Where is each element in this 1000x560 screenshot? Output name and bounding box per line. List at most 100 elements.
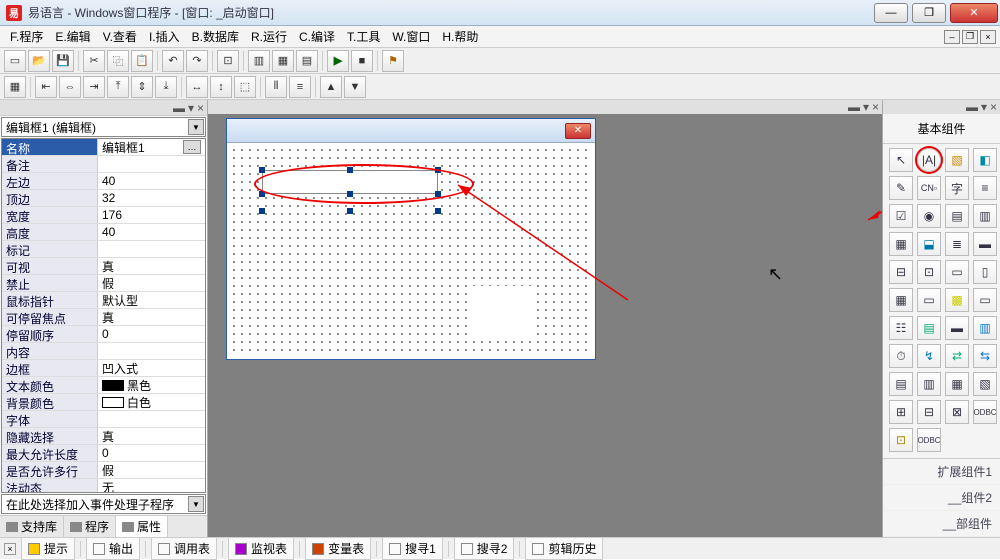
property-value[interactable]: 32 bbox=[98, 190, 205, 206]
property-row[interactable]: 顶边32 bbox=[2, 190, 205, 207]
resize-handle-nw[interactable] bbox=[259, 167, 265, 173]
tool-menu[interactable]: ▥ bbox=[973, 316, 997, 340]
toolbox-pin-icon[interactable]: ▬ bbox=[966, 100, 978, 114]
tool-text[interactable]: ≡ bbox=[973, 176, 997, 200]
flag-icon[interactable]: ⚑ bbox=[382, 50, 404, 72]
tool-ole3[interactable]: ⊠ bbox=[945, 400, 969, 424]
tab-callstack[interactable]: 调用表 bbox=[151, 537, 217, 560]
tool-tree[interactable]: ☷ bbox=[889, 316, 913, 340]
layout3-icon[interactable]: ▤ bbox=[296, 50, 318, 72]
property-row[interactable]: 可停留焦点真 bbox=[2, 309, 205, 326]
property-value[interactable] bbox=[98, 156, 205, 172]
tool-net1[interactable]: ⇄ bbox=[945, 344, 969, 368]
menu-database[interactable]: B.数据库 bbox=[186, 26, 245, 47]
align-bottom-icon[interactable]: ⤓ bbox=[155, 76, 177, 98]
tool-font[interactable]: 字 bbox=[945, 176, 969, 200]
menu-tools[interactable]: T.工具 bbox=[341, 26, 386, 47]
new-file-icon[interactable]: ▭ bbox=[4, 50, 26, 72]
tool-odbc2[interactable]: ODBC bbox=[917, 428, 941, 452]
tool-tab[interactable]: ▭ bbox=[973, 288, 997, 312]
tab-search1[interactable]: 搜寻1 bbox=[382, 537, 443, 560]
property-row[interactable]: 隐藏选择真 bbox=[2, 428, 205, 445]
status-close-icon[interactable]: × bbox=[4, 543, 16, 555]
tool-label[interactable]: ✎ bbox=[889, 176, 913, 200]
group-ext3[interactable]: __部组件 bbox=[883, 511, 1000, 537]
property-row[interactable]: 内容 bbox=[2, 343, 205, 360]
tool-slider[interactable]: ≣ bbox=[945, 232, 969, 256]
property-value[interactable] bbox=[98, 241, 205, 257]
tool-odbc[interactable]: ODBC bbox=[973, 400, 997, 424]
mdi-close-icon[interactable]: × bbox=[980, 30, 996, 44]
tab-watch[interactable]: 监视表 bbox=[228, 537, 294, 560]
resize-handle-ne[interactable] bbox=[435, 167, 441, 173]
tool-timer[interactable]: ⏱ bbox=[889, 344, 913, 368]
bring-front-icon[interactable]: ▲ bbox=[320, 76, 342, 98]
property-row[interactable]: 禁止假 bbox=[2, 275, 205, 292]
tab-output[interactable]: 输出 bbox=[86, 537, 140, 560]
property-row[interactable]: 标记 bbox=[2, 241, 205, 258]
tool-combobox[interactable]: ▥ bbox=[973, 204, 997, 228]
layout1-icon[interactable]: ▥ bbox=[248, 50, 270, 72]
canvas-pin-icon[interactable]: ▬ bbox=[848, 100, 860, 114]
tool-color[interactable]: ▩ bbox=[945, 288, 969, 312]
tab-hint[interactable]: 提示 bbox=[21, 537, 75, 560]
form-designer-window[interactable]: ✕ bbox=[226, 118, 596, 360]
property-value[interactable]: 白色 bbox=[98, 394, 205, 410]
run-icon[interactable]: ▶ bbox=[327, 50, 349, 72]
property-row[interactable]: 名称编辑框1… bbox=[2, 139, 205, 156]
redo-icon[interactable]: ↷ bbox=[186, 50, 208, 72]
tool-panel4[interactable]: ▯ bbox=[973, 260, 997, 284]
tool-shape[interactable]: ◧ bbox=[973, 148, 997, 172]
ellipsis-button[interactable]: … bbox=[183, 140, 201, 154]
tool-panel1[interactable]: ⊟ bbox=[889, 260, 913, 284]
tool-panel3[interactable]: ▭ bbox=[945, 260, 969, 284]
tool-progress[interactable]: ▬ bbox=[973, 232, 997, 256]
property-value[interactable]: 真 bbox=[98, 309, 205, 325]
form-close-button[interactable]: ✕ bbox=[565, 123, 591, 139]
property-value[interactable]: 0 bbox=[98, 326, 205, 342]
property-value[interactable]: 假 bbox=[98, 275, 205, 291]
tool-ole1[interactable]: ⊞ bbox=[889, 400, 913, 424]
property-row[interactable]: 可视真 bbox=[2, 258, 205, 275]
tool-calendar[interactable]: ▦ bbox=[889, 288, 913, 312]
layout2-icon[interactable]: ▦ bbox=[272, 50, 294, 72]
property-value[interactable] bbox=[98, 411, 205, 427]
property-value[interactable] bbox=[98, 343, 205, 359]
mdi-restore-icon[interactable]: ❐ bbox=[962, 30, 978, 44]
property-value[interactable]: 40 bbox=[98, 224, 205, 240]
form-titlebar[interactable]: ✕ bbox=[227, 119, 595, 143]
minimize-button[interactable]: — bbox=[874, 3, 908, 23]
property-row[interactable]: 背景颜色白色 bbox=[2, 394, 205, 411]
property-row[interactable]: 宽度176 bbox=[2, 207, 205, 224]
tool-ole2[interactable]: ⊟ bbox=[917, 400, 941, 424]
toolbox-close-icon[interactable]: × bbox=[990, 100, 997, 114]
resize-handle-n[interactable] bbox=[347, 167, 353, 173]
canvas-dropdown-icon[interactable]: ▾ bbox=[863, 100, 869, 114]
menu-window[interactable]: W.窗口 bbox=[386, 26, 436, 47]
grid-icon[interactable]: ▦ bbox=[4, 76, 26, 98]
distrib-v-icon[interactable]: ≡ bbox=[289, 76, 311, 98]
open-file-icon[interactable]: 📂 bbox=[28, 50, 50, 72]
property-value[interactable]: 黑色 bbox=[98, 377, 205, 393]
align-right-icon[interactable]: ⇥ bbox=[83, 76, 105, 98]
tool-editbox[interactable]: |A| bbox=[917, 148, 941, 172]
tab-clip[interactable]: 剪辑历史 bbox=[525, 537, 603, 560]
tool-picturebox[interactable]: ▧ bbox=[945, 148, 969, 172]
send-back-icon[interactable]: ▼ bbox=[344, 76, 366, 98]
cut-icon[interactable]: ✂ bbox=[83, 50, 105, 72]
mdi-minimize-icon[interactable]: – bbox=[944, 30, 960, 44]
property-row[interactable]: 边框凹入式 bbox=[2, 360, 205, 377]
find-icon[interactable]: ⊡ bbox=[217, 50, 239, 72]
tool-link[interactable]: ↯ bbox=[917, 344, 941, 368]
property-row[interactable]: 文本颜色黑色 bbox=[2, 377, 205, 394]
copy-icon[interactable]: ⿻ bbox=[107, 50, 129, 72]
tool-data[interactable]: ⊡ bbox=[889, 428, 913, 452]
maximize-button[interactable]: ❐ bbox=[912, 3, 946, 23]
property-value[interactable]: 默认型 bbox=[98, 292, 205, 308]
tool-pointer[interactable]: ↖ bbox=[889, 148, 913, 172]
property-value[interactable]: 编辑框1… bbox=[98, 139, 205, 155]
menu-program[interactable]: F.程序 bbox=[4, 26, 49, 47]
tool-net2[interactable]: ⇆ bbox=[973, 344, 997, 368]
tab-library[interactable]: 支持库 bbox=[0, 516, 64, 537]
align-center-icon[interactable]: ⇔ bbox=[59, 76, 81, 98]
